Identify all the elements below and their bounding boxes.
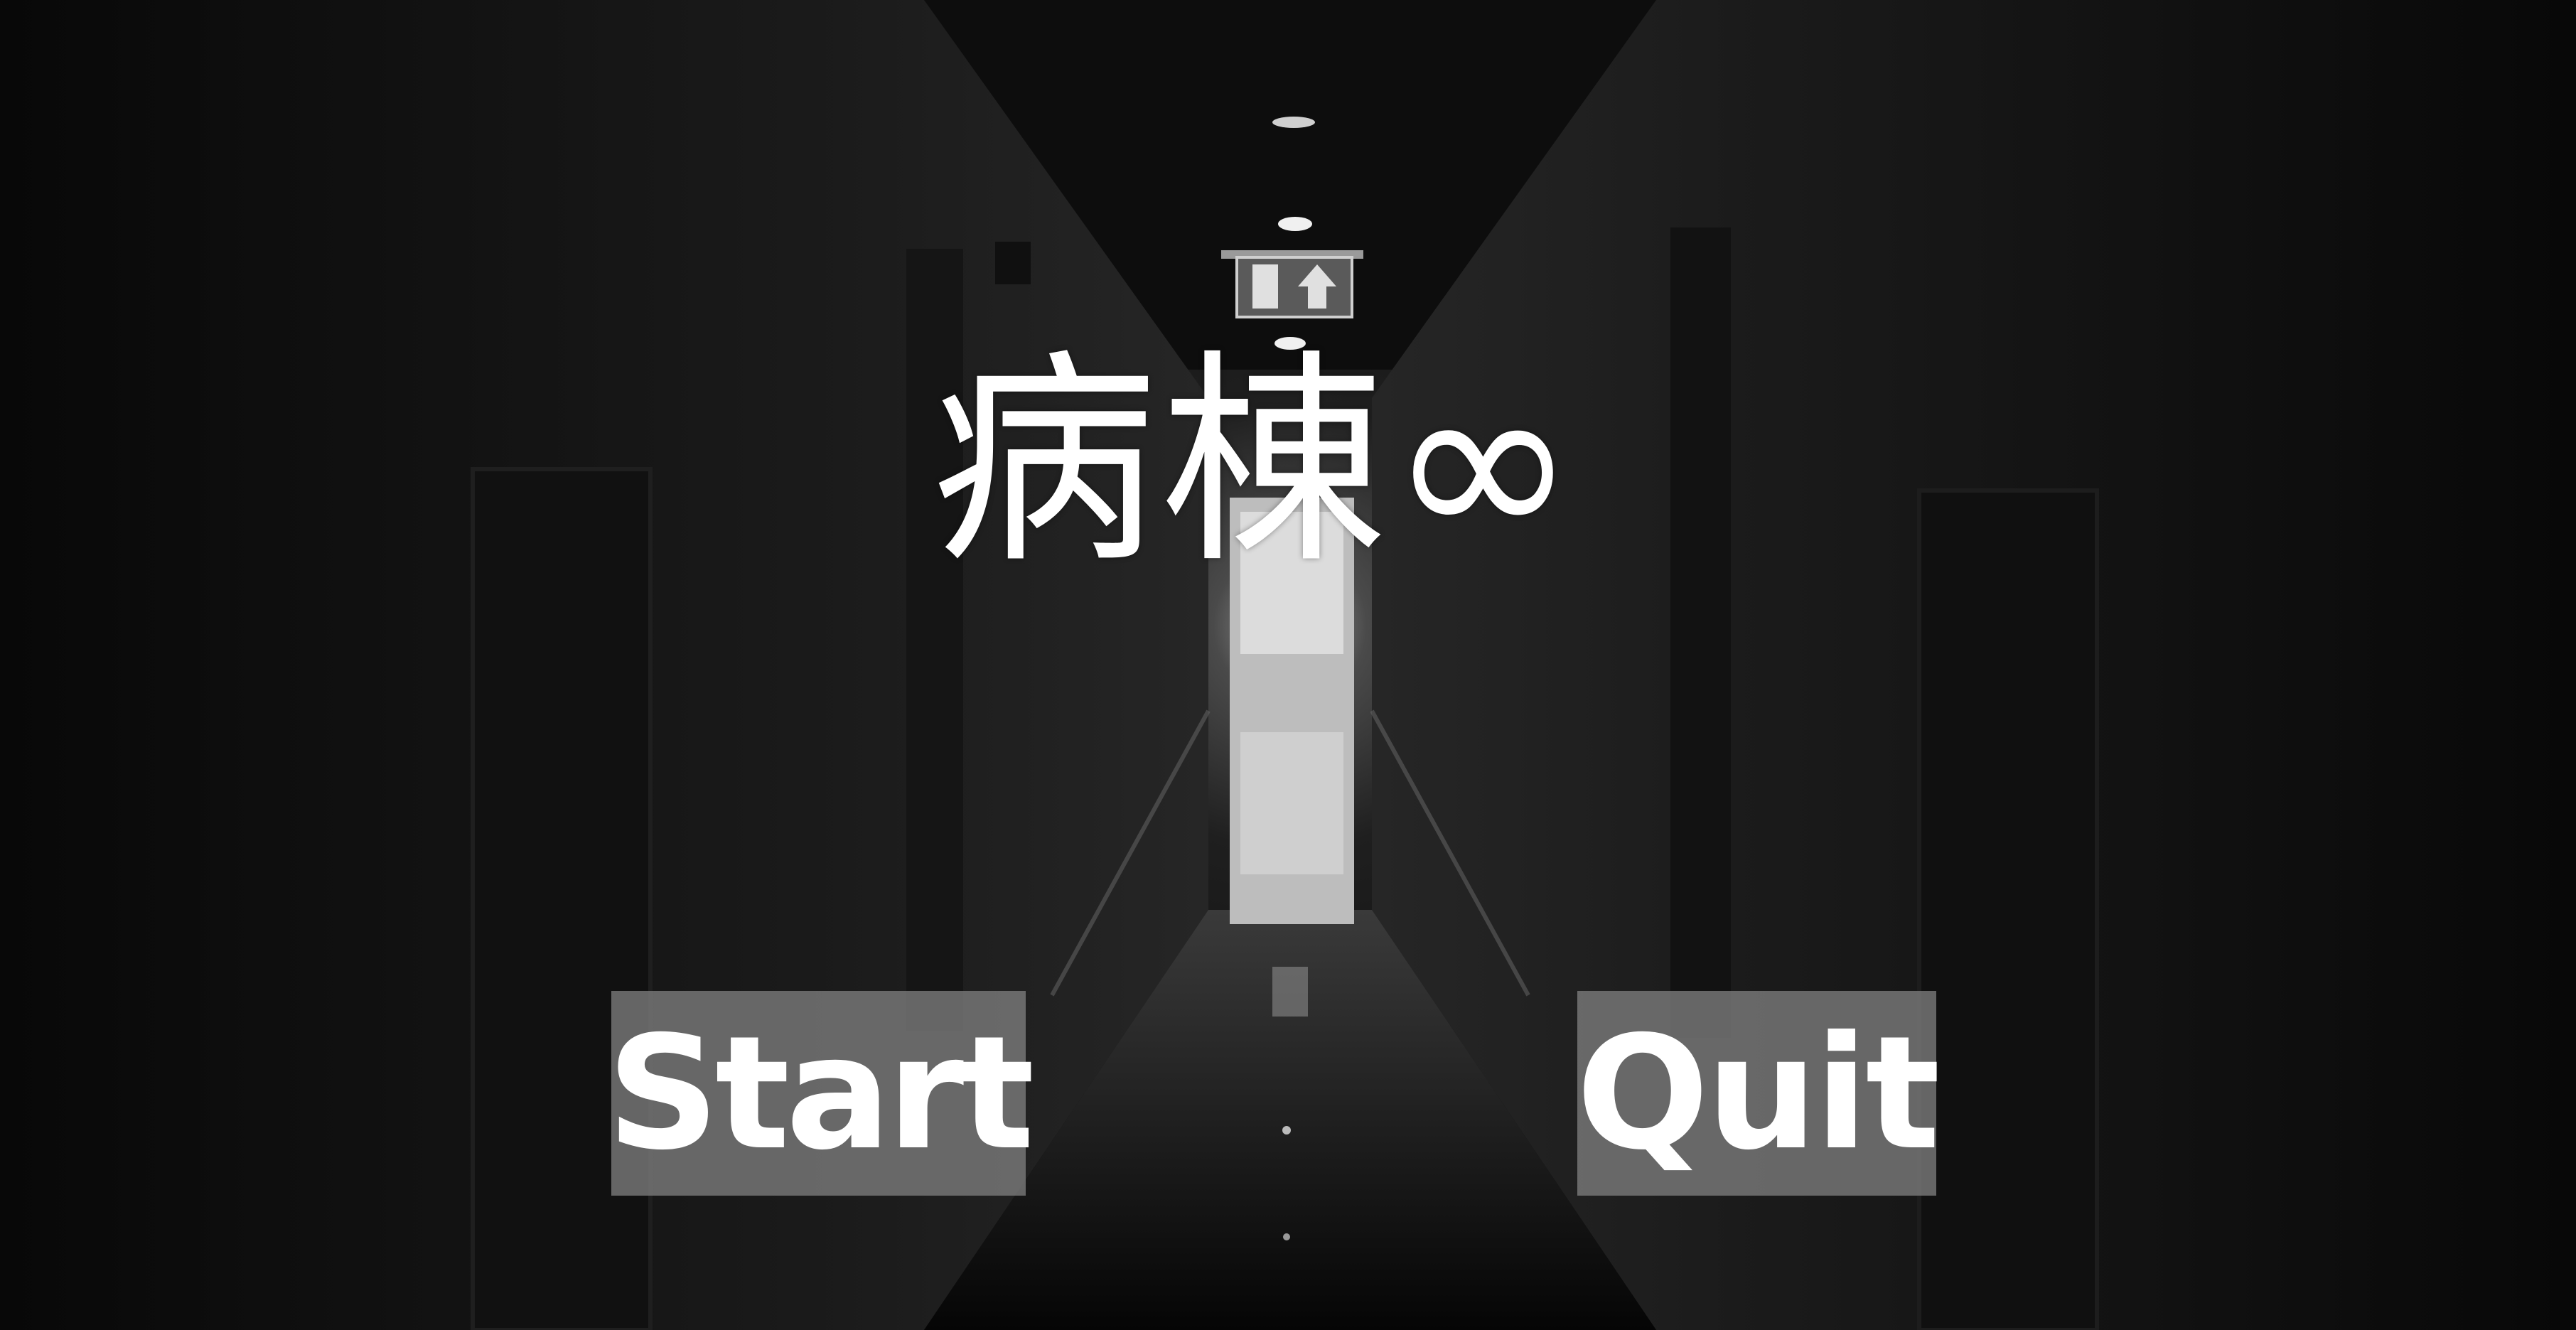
start-button[interactable]: Start	[607, 991, 1034, 1196]
game-title: 病棟∞	[931, 331, 1580, 594]
hallway-background	[0, 0, 2576, 1330]
title-screen: 病棟∞ Start Quit	[0, 0, 2576, 1330]
quit-button[interactable]: Quit	[1576, 991, 1941, 1196]
